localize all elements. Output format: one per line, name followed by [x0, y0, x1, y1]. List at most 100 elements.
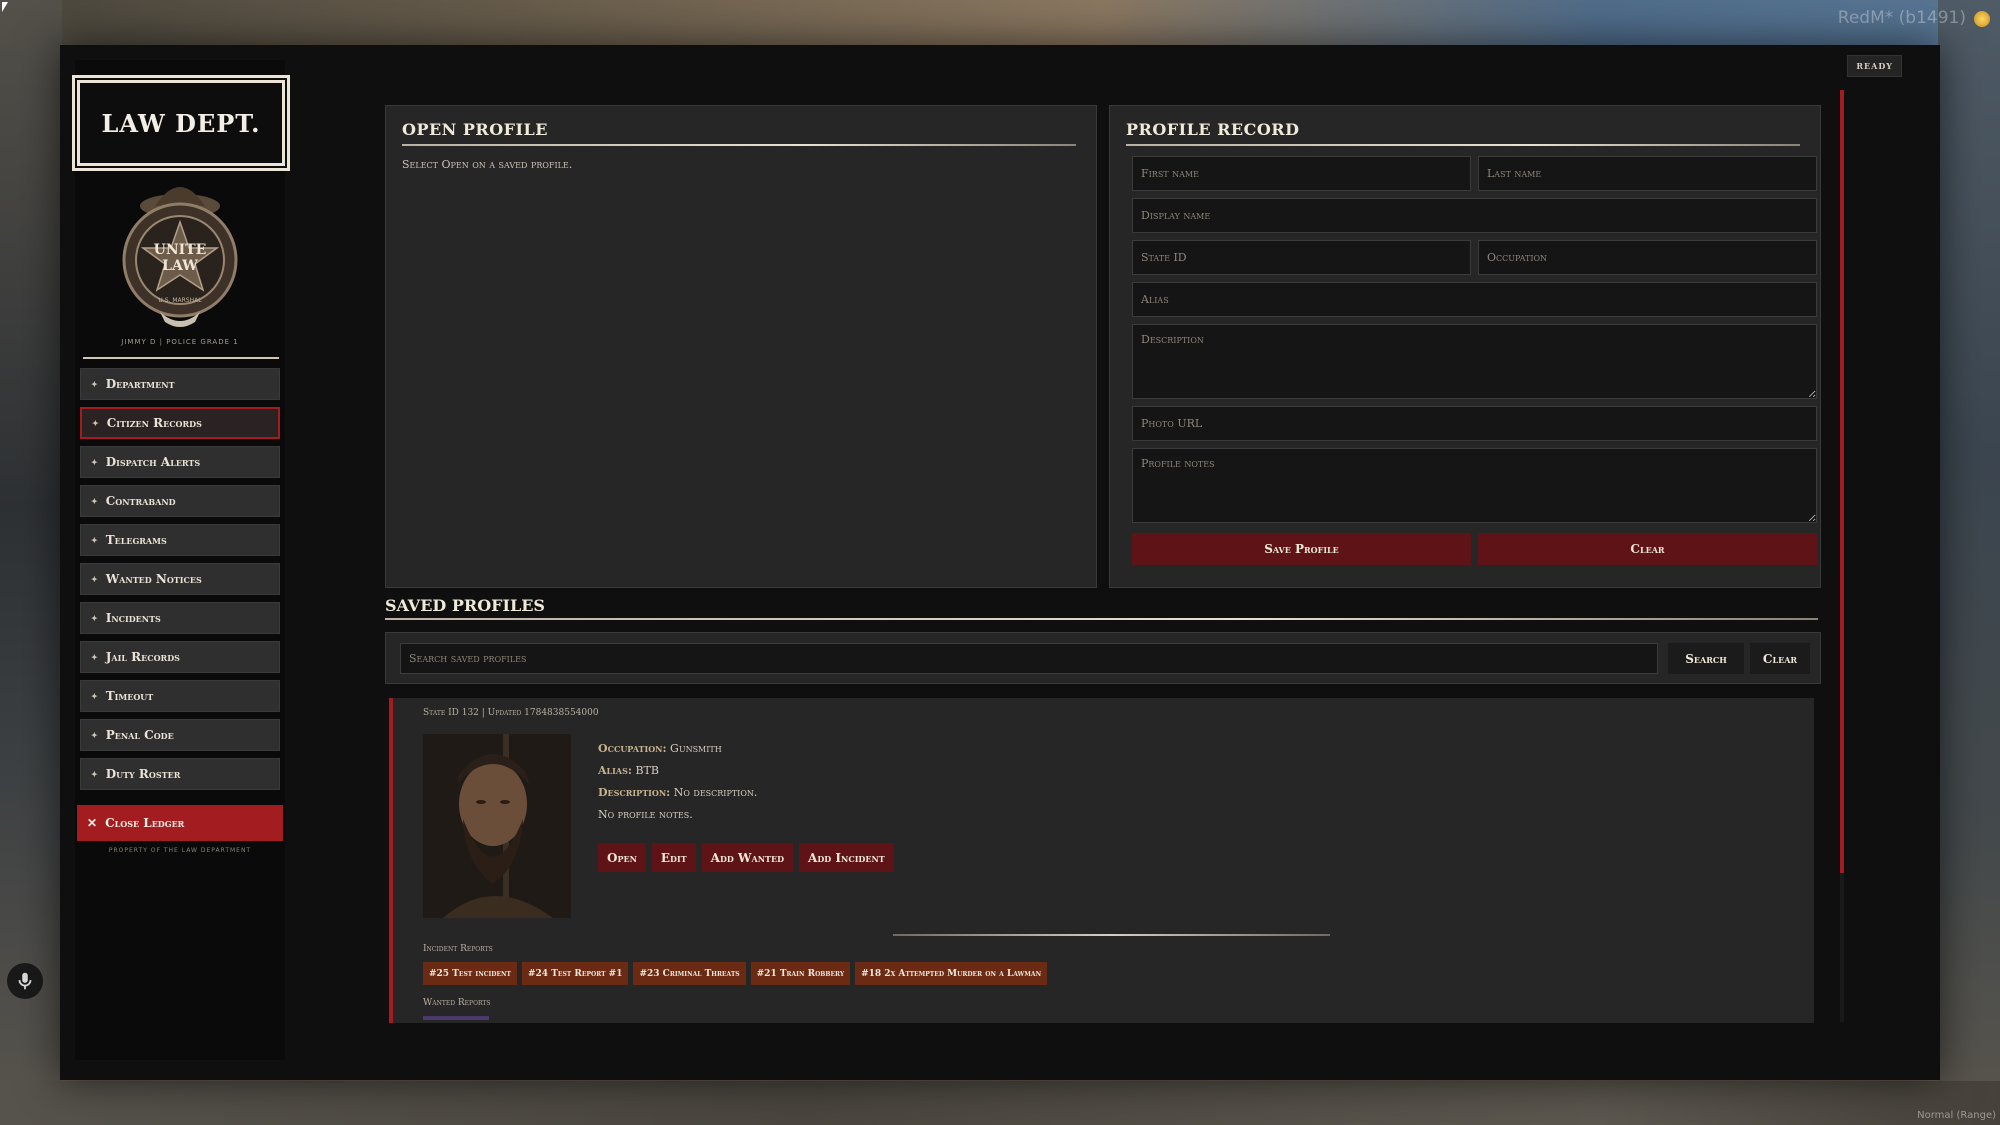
scrollbar-thumb[interactable]: [1840, 90, 1844, 873]
search-button[interactable]: Search: [1668, 643, 1744, 674]
game-background-right: [1938, 0, 2000, 1125]
mouse-cursor-icon: [2, 2, 8, 12]
sidebar-item-dispatch-alerts[interactable]: ✦ Dispatch Alerts: [80, 446, 280, 478]
description-row: Description: No description.: [598, 782, 757, 804]
add-incident-button[interactable]: Add Incident: [799, 843, 894, 872]
bullet-icon: ✦: [91, 613, 98, 623]
sidebar: LAW DEPT. UNITE LAW U.S. MARSHAL JIMMY D…: [75, 60, 287, 1060]
open-profile-button[interactable]: Open: [598, 843, 646, 872]
microphone-icon[interactable]: [7, 963, 43, 999]
bullet-icon: ✦: [91, 652, 98, 662]
profile-meta: State ID 132 | Updated 1784838554000: [423, 708, 599, 718]
card-divider: [893, 934, 1330, 936]
wanted-report-tag[interactable]: [423, 1016, 489, 1020]
badge-text-marshal: U.S. MARSHAL: [158, 297, 202, 304]
incident-tag[interactable]: #23 Criminal Threats: [633, 962, 746, 985]
open-profile-hint: Select Open on a saved profile.: [402, 158, 573, 171]
clear-search-button[interactable]: Clear: [1750, 643, 1810, 674]
title-divider: [385, 618, 1818, 620]
alias-field[interactable]: [1132, 282, 1817, 317]
sidebar-item-department[interactable]: ✦ Department: [80, 368, 280, 400]
saved-profiles-title: SAVED PROFILES: [385, 596, 545, 615]
bullet-icon: ✦: [91, 691, 98, 701]
bullet-icon: ✦: [91, 574, 98, 584]
client-build-label: RedM* (b1491): [1837, 8, 1966, 28]
ready-badge: READY: [1847, 55, 1902, 77]
sidebar-item-label: Timeout: [105, 689, 154, 703]
incident-tag[interactable]: #24 Test Report #1: [522, 962, 629, 985]
sidebar-item-label: Contraband: [105, 494, 176, 508]
property-note: PROPERTY OF THE LAW DEPARTMENT: [108, 847, 252, 854]
sidebar-item-contraband[interactable]: ✦ Contraband: [80, 485, 280, 517]
title-divider: [1126, 144, 1800, 146]
bullet-icon: ✦: [91, 535, 98, 545]
bullet-icon: ✦: [91, 496, 98, 506]
sidebar-divider: [83, 357, 279, 359]
sidebar-item-citizen-records[interactable]: ✦ Citizen Records: [80, 407, 280, 439]
edit-profile-button[interactable]: Edit: [651, 843, 696, 872]
alias-value: BTB: [635, 764, 659, 777]
marshal-badge-logo: UNITE LAW U.S. MARSHAL: [105, 172, 255, 332]
sidebar-item-duty-roster[interactable]: ✦ Duty Roster: [80, 758, 280, 790]
sidebar-item-label: Duty Roster: [105, 767, 181, 781]
description-value: No description.: [673, 786, 758, 799]
occupation-label: Occupation:: [598, 742, 667, 755]
sidebar-item-label: Penal Code: [105, 728, 174, 742]
sidebar-item-jail-records[interactable]: ✦ Jail Records: [80, 641, 280, 673]
incident-reports-label: Incident Reports: [423, 944, 493, 954]
sidebar-item-label: Wanted Notices: [105, 572, 202, 586]
profile-info: Occupation: Gunsmith Alias: BTB Descript…: [598, 738, 757, 826]
sidebar-item-telegrams[interactable]: ✦ Telegrams: [80, 524, 280, 556]
sidebar-item-label: Incidents: [105, 611, 161, 625]
wanted-reports-label: Wanted Reports: [423, 998, 491, 1008]
profile-record-panel: PROFILE RECORD Save Profile Clear: [1109, 105, 1821, 588]
department-title: LAW DEPT.: [75, 78, 287, 168]
client-status-icon: [1974, 11, 1990, 27]
profile-record-title: PROFILE RECORD: [1126, 120, 1300, 139]
title-divider: [402, 144, 1076, 146]
incident-tag[interactable]: #25 Test incident: [423, 962, 517, 985]
display-name-field[interactable]: [1132, 198, 1817, 233]
open-profile-panel: OPEN PROFILE Select Open on a saved prof…: [385, 105, 1097, 588]
sidebar-item-label: Department: [105, 377, 175, 391]
occupation-value: Gunsmith: [670, 742, 722, 755]
bullet-icon: ✦: [91, 379, 98, 389]
incident-tag[interactable]: #21 Train Robbery: [750, 962, 851, 985]
description-field[interactable]: [1132, 324, 1817, 399]
open-profile-title: OPEN PROFILE: [402, 120, 548, 139]
bullet-icon: ✦: [91, 457, 98, 467]
close-ledger-button[interactable]: ✕ Close Ledger: [77, 805, 283, 841]
incident-tag[interactable]: #18 2x Attempted Murder on a Lawman: [855, 962, 1048, 985]
game-background-bottom: [0, 1081, 2000, 1125]
search-input[interactable]: [400, 643, 1658, 674]
photo-url-field[interactable]: [1132, 406, 1817, 441]
game-background-top: [0, 0, 2000, 46]
last-name-field[interactable]: [1478, 156, 1817, 191]
bullet-icon: ✦: [91, 730, 98, 740]
sidebar-item-timeout[interactable]: ✦ Timeout: [80, 680, 280, 712]
occupation-field[interactable]: [1478, 240, 1817, 275]
clear-form-button[interactable]: Clear: [1478, 533, 1817, 565]
sidebar-item-penal-code[interactable]: ✦ Penal Code: [80, 719, 280, 751]
occupation-row: Occupation: Gunsmith: [598, 738, 757, 760]
alias-label: Alias:: [598, 764, 632, 777]
badge-text-unite: UNITE: [154, 242, 207, 258]
game-background-left: [0, 0, 62, 1125]
add-wanted-button[interactable]: Add Wanted: [701, 843, 794, 872]
sidebar-item-label: Dispatch Alerts: [105, 455, 201, 469]
badge-text-law: LAW: [162, 258, 198, 274]
incident-tags: #25 Test incident #24 Test Report #1 #23…: [423, 962, 1048, 985]
sidebar-item-wanted-notices[interactable]: ✦ Wanted Notices: [80, 563, 280, 595]
sidebar-item-incidents[interactable]: ✦ Incidents: [80, 602, 280, 634]
profile-photo: [423, 734, 571, 918]
profile-notes-field[interactable]: [1132, 448, 1817, 523]
close-icon: ✕: [87, 816, 98, 830]
sidebar-item-label: Jail Records: [105, 650, 180, 664]
voice-range-label: Normal (Range): [1917, 1110, 1996, 1121]
first-name-field[interactable]: [1132, 156, 1471, 191]
state-id-field[interactable]: [1132, 240, 1471, 275]
save-profile-button[interactable]: Save Profile: [1132, 533, 1471, 565]
alias-row: Alias: BTB: [598, 760, 757, 782]
sidebar-item-label: Citizen Records: [106, 416, 202, 430]
profile-card: State ID 132 | Updated 1784838554000 Occ…: [389, 698, 1814, 1023]
